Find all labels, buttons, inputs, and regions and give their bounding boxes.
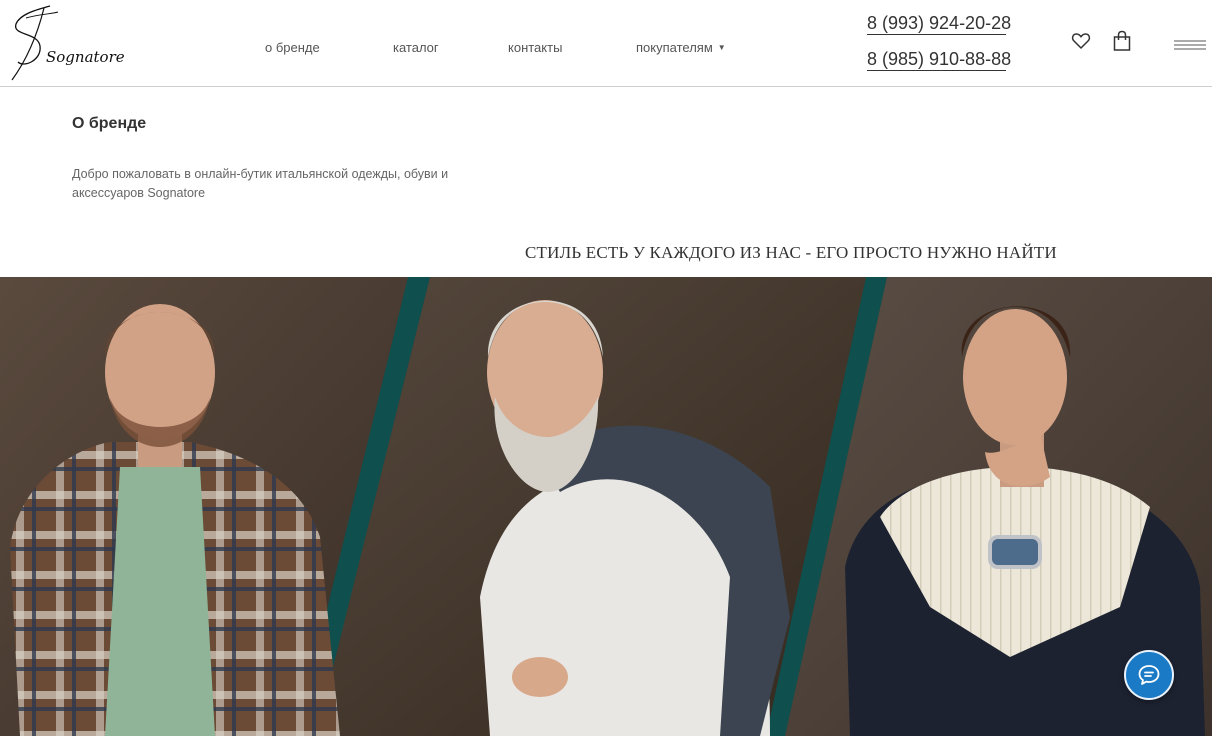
intro-text: Добро пожаловать в онлайн-бутик итальянс…	[72, 167, 449, 200]
logo[interactable]: Sognatore	[6, 2, 136, 82]
phone-link-2[interactable]: 8 (985) 910-88-88	[867, 48, 1011, 71]
hero-banner	[0, 277, 1212, 736]
menu-icon[interactable]	[1174, 39, 1206, 53]
page-title: О бренде	[72, 115, 147, 132]
phone-link-1[interactable]: 8 (993) 924-20-28	[867, 12, 1011, 35]
heart-icon[interactable]	[1071, 31, 1091, 51]
site-header: Sognatore о бренде каталог контакты поку…	[0, 0, 1212, 87]
hero-image	[0, 277, 1212, 736]
shopping-bag-icon[interactable]	[1113, 30, 1131, 52]
nav-item-customers-label: покупателям	[636, 40, 713, 55]
chevron-down-icon: ▼	[717, 43, 726, 52]
nav-item-contacts[interactable]: контакты	[508, 40, 562, 55]
phone-list: 8 (993) 924-20-28 8 (985) 910-88-88	[867, 12, 1011, 71]
logo-script-icon: Sognatore	[11, 5, 125, 81]
nav-item-about[interactable]: о бренде	[265, 40, 320, 55]
svg-text:Sognatore: Sognatore	[46, 48, 125, 66]
nav-item-customers[interactable]: покупателям ▼	[636, 40, 726, 55]
chat-button[interactable]	[1124, 650, 1174, 700]
nav-item-catalog[interactable]: каталог	[393, 40, 439, 55]
slogan: СТИЛЬ ЕСТЬ У КАЖДОГО ИЗ НАС - ЕГО ПРОСТО…	[525, 243, 1057, 262]
chat-icon	[1138, 665, 1160, 685]
